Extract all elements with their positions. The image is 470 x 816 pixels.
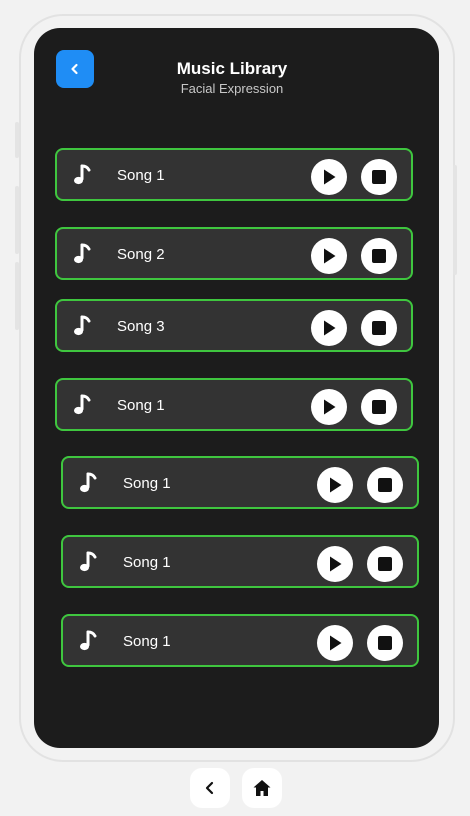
song-row[interactable]: Song 1 <box>61 456 419 509</box>
play-icon <box>324 399 336 415</box>
phone-side-button <box>15 186 19 254</box>
stop-icon <box>372 170 386 184</box>
play-button[interactable] <box>311 159 347 195</box>
stop-button[interactable] <box>361 389 397 425</box>
stop-button[interactable] <box>367 546 403 582</box>
song-title: Song 1 <box>123 554 171 571</box>
phone-side-button <box>15 122 19 158</box>
song-title: Song 1 <box>117 167 165 184</box>
phone-side-button <box>15 262 19 330</box>
stop-icon <box>372 249 386 263</box>
page-subtitle: Facial Expression <box>180 81 284 96</box>
stop-button[interactable] <box>367 625 403 661</box>
play-button[interactable] <box>317 467 353 503</box>
stop-icon <box>372 321 386 335</box>
nav-home-button[interactable] <box>242 768 282 808</box>
music-note-icon <box>80 551 97 572</box>
play-icon <box>330 477 342 493</box>
stop-icon <box>378 557 392 571</box>
music-note-icon <box>74 394 91 415</box>
song-row[interactable]: Song 2 <box>55 227 413 280</box>
home-icon <box>253 780 271 796</box>
stop-button[interactable] <box>361 238 397 274</box>
stop-icon <box>378 478 392 492</box>
song-row[interactable]: Song 3 <box>55 299 413 352</box>
play-button[interactable] <box>311 310 347 346</box>
nav-back-button[interactable] <box>190 768 230 808</box>
song-row[interactable]: Song 1 <box>55 148 413 201</box>
song-title: Song 1 <box>117 397 165 414</box>
song-title: Song 2 <box>117 246 165 263</box>
song-title: Song 3 <box>117 318 165 335</box>
song-row[interactable]: Song 1 <box>55 378 413 431</box>
music-note-icon <box>80 472 97 493</box>
song-row[interactable]: Song 1 <box>61 614 419 667</box>
stop-button[interactable] <box>361 310 397 346</box>
play-button[interactable] <box>311 238 347 274</box>
music-note-icon <box>80 630 97 651</box>
stop-icon <box>372 400 386 414</box>
stop-icon <box>378 636 392 650</box>
play-icon <box>324 320 336 336</box>
song-title: Song 1 <box>123 633 171 650</box>
stop-button[interactable] <box>361 159 397 195</box>
chevron-left-icon <box>205 781 214 795</box>
song-row[interactable]: Song 1 <box>61 535 419 588</box>
music-note-icon <box>74 243 91 264</box>
page-title: Music Library <box>176 59 288 78</box>
play-icon <box>330 556 342 572</box>
app-screen: Music Library Facial Expression Song 1 So… <box>34 28 439 748</box>
play-icon <box>324 169 336 185</box>
phone-side-button <box>453 165 457 275</box>
song-title: Song 1 <box>123 475 171 492</box>
music-note-icon <box>74 164 91 185</box>
play-icon <box>330 635 342 651</box>
play-button[interactable] <box>317 625 353 661</box>
music-note-icon <box>74 315 91 336</box>
play-button[interactable] <box>311 389 347 425</box>
play-button[interactable] <box>317 546 353 582</box>
stop-button[interactable] <box>367 467 403 503</box>
play-icon <box>324 248 336 264</box>
